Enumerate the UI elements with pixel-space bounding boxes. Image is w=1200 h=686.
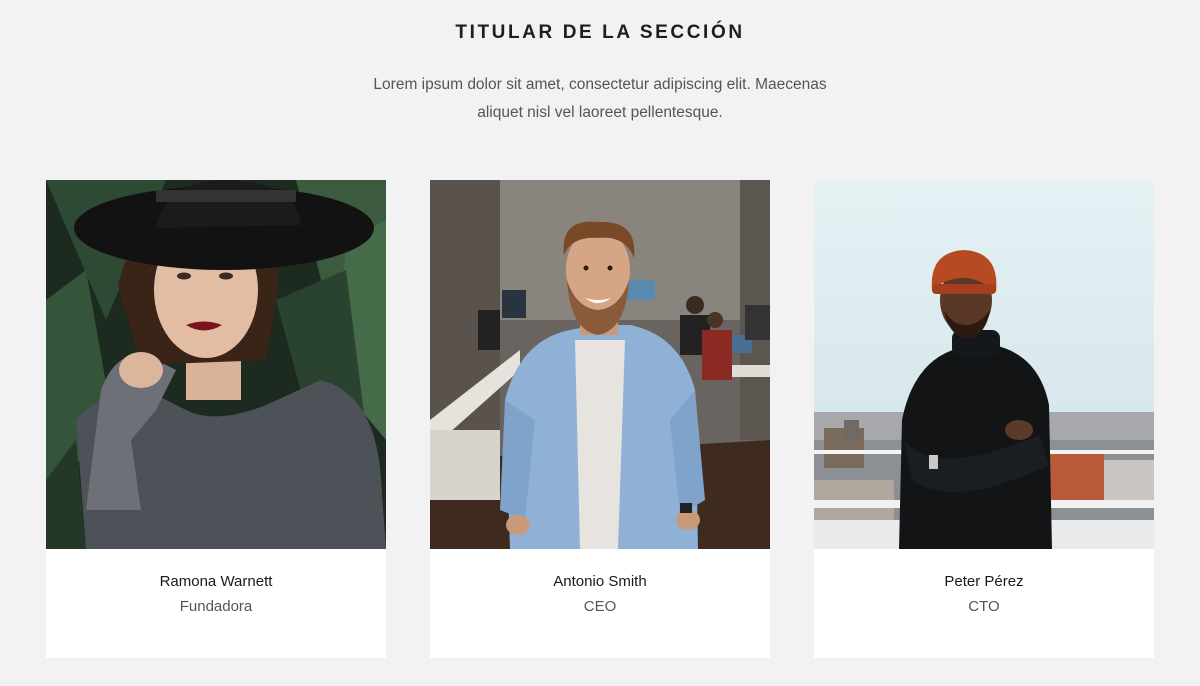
team-photo-peter <box>814 180 1154 549</box>
team-photo-antonio <box>430 180 770 549</box>
team-card-ramona: Ramona Warnett Fundadora <box>46 180 386 658</box>
team-member-role: Fundadora <box>179 598 253 615</box>
section-description: Lorem ipsum dolor sit amet, consectetur … <box>373 76 827 121</box>
team-card-antonio: Antonio Smith CEO <box>430 180 770 658</box>
team-member-role: CTO <box>968 598 1000 615</box>
section-title: TITULAR DE LA SECCIÓN <box>455 22 745 43</box>
team-member-role: CEO <box>583 598 617 615</box>
team-card-peter: Peter Pérez CTO <box>814 180 1154 658</box>
team-member-name: Peter Pérez <box>944 573 1024 590</box>
team-member-name: Antonio Smith <box>553 573 647 590</box>
team-section: TITULAR DE LA SECCIÓN Lorem ipsum dolor … <box>0 0 1200 686</box>
team-member-name: Ramona Warnett <box>159 573 273 590</box>
team-photo-ramona <box>46 180 386 549</box>
